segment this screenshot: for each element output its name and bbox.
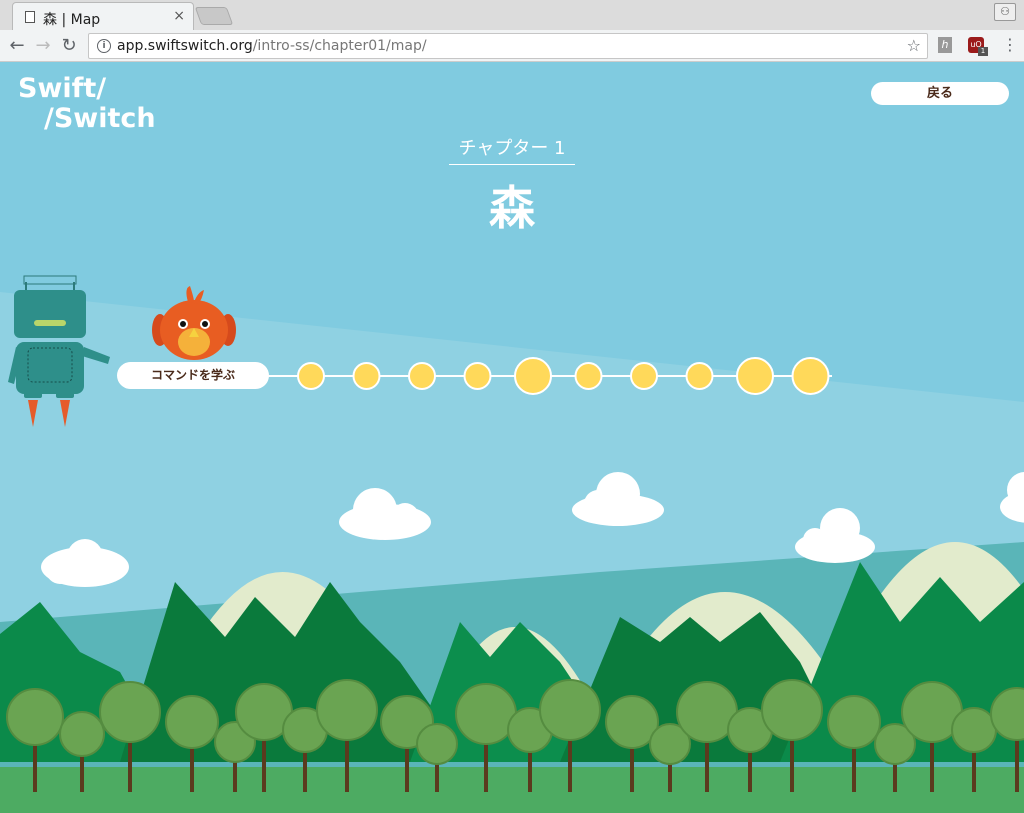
url-text[interactable]: app.swiftswitch.org/intro-ss/chapter01/m… <box>117 38 427 54</box>
browser-tab-bar: 森 | Map × ⚇ <box>0 0 1024 30</box>
chapter-label: チャプター 1 <box>449 134 575 165</box>
learn-commands-button[interactable]: コマンドを学ぶ <box>117 362 269 389</box>
chapter-title: 森 <box>489 181 535 235</box>
back-arrow-icon[interactable]: ← <box>6 35 28 57</box>
close-tab-icon[interactable]: × <box>173 8 185 24</box>
document-icon <box>25 11 35 23</box>
map-page: Swift/ /Switch 戻る チャプター 1 森 コマンドを学ぶ <box>0 62 1024 813</box>
stage-node-3[interactable] <box>408 362 436 390</box>
bookmark-star-icon[interactable]: ☆ <box>907 36 921 55</box>
browser-toolbar: ← → ↻ i app.swiftswitch.org/intro-ss/cha… <box>0 30 1024 62</box>
ground <box>0 767 1024 813</box>
logo-line1: Swift/ <box>18 73 107 104</box>
stage-node-2[interactable] <box>352 362 381 390</box>
stage-node-1[interactable] <box>297 362 325 390</box>
stage-node-8[interactable] <box>685 362 714 390</box>
stage-node-7[interactable] <box>630 362 658 390</box>
new-tab-button[interactable] <box>194 7 234 25</box>
browser-tab[interactable]: 森 | Map × <box>12 2 194 30</box>
stage-node-4[interactable] <box>463 362 492 390</box>
stage-node-5[interactable] <box>514 357 552 395</box>
stage-node-6[interactable] <box>574 362 603 390</box>
stage-node-9[interactable] <box>736 357 774 395</box>
forward-arrow-icon[interactable]: → <box>32 35 54 57</box>
tab-title: 森 | Map <box>43 12 101 28</box>
url-path: /intro-ss/chapter01/map/ <box>252 38 427 54</box>
logo-line2: /Switch <box>44 103 156 134</box>
profile-icon[interactable]: ⚇ <box>994 3 1016 21</box>
reload-icon[interactable]: ↻ <box>58 35 80 57</box>
extension-badge: 1 <box>978 47 988 56</box>
stage-node-10[interactable] <box>791 357 830 395</box>
swift-switch-logo[interactable]: Swift/ /Switch <box>18 74 156 134</box>
back-button[interactable]: 戻る <box>871 82 1009 105</box>
info-icon[interactable]: i <box>97 39 111 53</box>
address-bar[interactable]: i app.swiftswitch.org/intro-ss/chapter01… <box>88 33 928 59</box>
browser-menu-icon[interactable]: ⋮ <box>1002 35 1018 55</box>
url-host: app.swiftswitch.org <box>117 38 253 54</box>
extension-h-icon[interactable]: h <box>938 37 952 53</box>
